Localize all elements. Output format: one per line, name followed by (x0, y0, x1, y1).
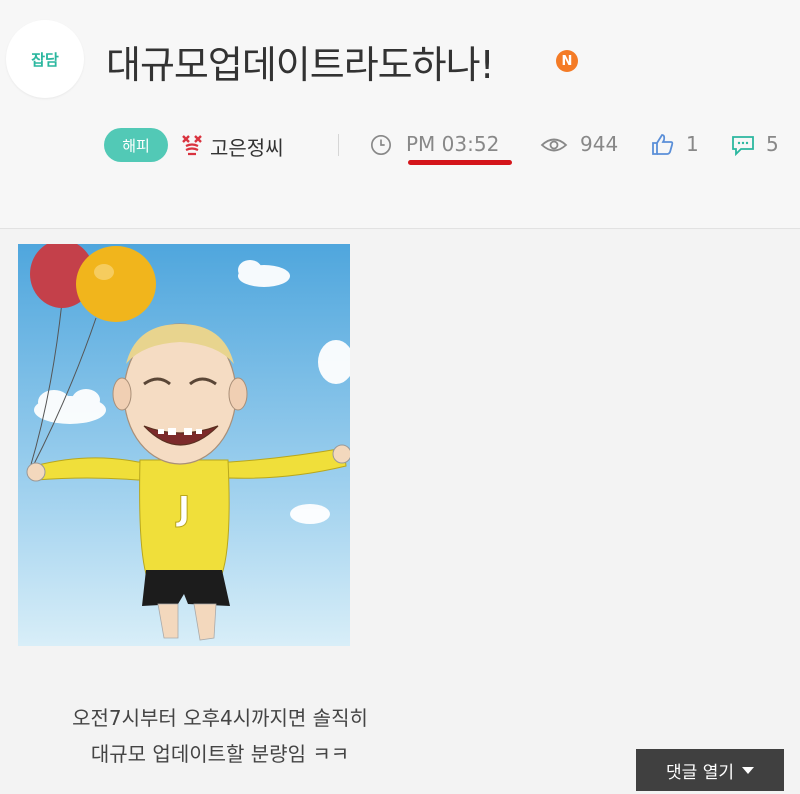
post-meta: 해피 고은정씨 PM 03:52 944 1 5 (0, 120, 800, 170)
board-badge[interactable]: 잡담 (6, 20, 84, 98)
eye-icon (540, 138, 568, 152)
post-title: 대규모업데이트라도하나! (106, 43, 495, 87)
board-badge-label: 잡담 (31, 50, 59, 69)
post-time: PM 03:52 (406, 132, 500, 156)
post-body-line: 대규모 업데이트할 분량임 ㅋㅋ (90, 742, 350, 766)
annotation-underline (408, 160, 512, 165)
view-count: 944 (580, 132, 619, 156)
author-icon (182, 135, 202, 156)
post-image: J (18, 244, 350, 646)
svg-text:J: J (176, 489, 191, 529)
open-comments-label: 댓글 열기 (666, 762, 734, 783)
post-body: 오전7시부터 오후4시까지면 솔직히 대규모 업데이트할 분량임 ㅋㅋ (0, 700, 440, 772)
thumbs-up-icon[interactable] (650, 132, 676, 156)
post-header: 잡담 대규모업데이트라도하나! N 해피 고은정씨 PM 03:52 944 1 (0, 0, 800, 229)
chevron-down-icon (741, 766, 754, 774)
clock-icon (371, 135, 391, 155)
level-badge: 해피 (104, 128, 168, 162)
post-body-line: 오전7시부터 오후4시까지면 솔직히 (72, 706, 368, 730)
comment-icon[interactable] (730, 134, 756, 156)
author-name[interactable]: 고은정씨 (210, 132, 284, 161)
new-badge: N (556, 50, 578, 72)
comment-count: 5 (766, 132, 779, 156)
meta-divider (338, 134, 339, 156)
level-label: 해피 (122, 136, 150, 155)
open-comments-button[interactable]: 댓글 열기 (636, 749, 784, 791)
like-count: 1 (686, 132, 699, 156)
